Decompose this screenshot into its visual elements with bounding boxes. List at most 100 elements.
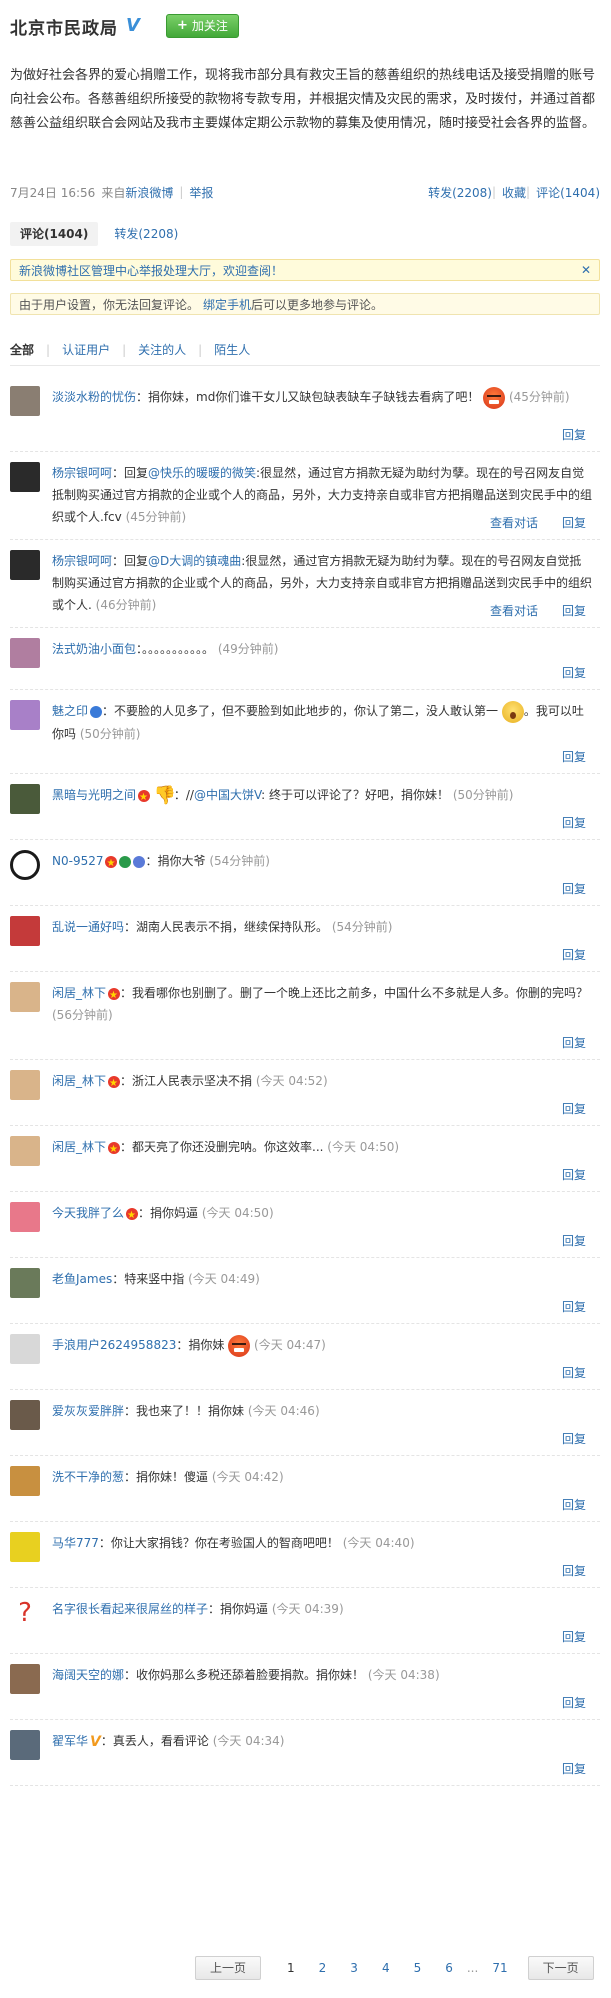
reply-button[interactable]: 回复 — [562, 1300, 586, 1314]
favorite-link[interactable]: 收藏 — [502, 184, 526, 201]
reply-button[interactable]: 回复 — [562, 816, 586, 830]
avatar[interactable] — [10, 700, 40, 730]
reply-button[interactable]: 回复 — [562, 1036, 586, 1050]
reply-button[interactable]: 回复 — [562, 1630, 586, 1644]
filter-all[interactable]: 全部 — [10, 341, 34, 358]
prev-page-button[interactable]: 上一页 — [195, 1956, 262, 1980]
avatar[interactable] — [10, 1400, 40, 1430]
repost-link[interactable]: 转发(2208) — [428, 184, 492, 201]
page-link-last[interactable]: 71 — [492, 1961, 507, 1975]
comment-user[interactable]: 杨宗银呵呵 — [52, 554, 112, 568]
post-source-link[interactable]: 新浪微博 — [125, 184, 173, 201]
reply-button[interactable]: 回复 — [562, 1696, 586, 1710]
comment-user[interactable]: 海阔天空的娜 — [52, 1668, 124, 1682]
comment-user[interactable]: 黑暗与光明之间 — [52, 788, 136, 802]
avatar[interactable] — [10, 638, 40, 668]
reply-button[interactable]: 回复 — [562, 604, 586, 618]
comment-mention[interactable]: @中国大饼V — [194, 788, 261, 802]
reply-button[interactable]: 回复 — [562, 1564, 586, 1578]
comment-mention[interactable]: @D大调的镇魂曲 — [148, 554, 241, 568]
comment-mention[interactable]: @快乐的暖暖的微笑 — [148, 466, 256, 480]
view-dialog-button[interactable]: 查看对话 — [490, 604, 538, 618]
reply-button[interactable]: 回复 — [562, 1498, 586, 1512]
reply-button[interactable]: 回复 — [562, 516, 586, 530]
comment-body: 马华777：你让大家捐钱？你在考验国人的智商吧吧！ (今天 04:40) — [52, 1532, 592, 1554]
post-header: 北京市民政局 V + 加关注 — [10, 12, 239, 40]
comment-user[interactable]: 手浪用户2624958823 — [52, 1338, 176, 1352]
comment-time: (45分钟前) — [125, 510, 187, 524]
filter-strangers[interactable]: 陌生人 — [214, 341, 250, 358]
page-link[interactable]: 3 — [350, 1961, 358, 1975]
reply-button[interactable]: 回复 — [562, 1102, 586, 1116]
tab-comments[interactable]: 评论(1404) — [10, 222, 99, 246]
comment-body: 魅之印 ：不要脸的人见多了，但不要脸到如此地步的，你认了第二，没人敢认第一 。我可… — [52, 700, 592, 745]
reply-button[interactable]: 回复 — [562, 1432, 586, 1446]
avatar[interactable] — [10, 386, 40, 416]
comment-user[interactable]: 乱说一通好吗 — [52, 920, 124, 934]
comment-link[interactable]: 评论(1404) — [536, 184, 600, 201]
page-link[interactable]: 4 — [382, 1961, 390, 1975]
member-badge-icon — [119, 855, 132, 868]
filter-verified[interactable]: 认证用户 — [62, 341, 110, 358]
comment-user[interactable]: 洗不干净的葱 — [52, 1470, 124, 1484]
bind-phone-link[interactable]: 绑定手机 — [203, 296, 251, 313]
avatar[interactable] — [10, 1070, 40, 1100]
comment-user[interactable]: 魅之印 — [52, 704, 88, 718]
comment-user[interactable]: 马华777 — [52, 1536, 99, 1550]
reply-button[interactable]: 回复 — [562, 882, 586, 896]
comment-user[interactable]: 名字很长看起来很屌丝的样子 — [52, 1602, 208, 1616]
reply-button[interactable]: 回复 — [562, 1366, 586, 1380]
avatar[interactable] — [10, 1334, 40, 1364]
page-link[interactable]: 1 — [287, 1961, 295, 1975]
follow-button[interactable]: + 加关注 — [166, 14, 239, 38]
comment-user[interactable]: 爱灰灰爱胖胖 — [52, 1404, 124, 1418]
page-link[interactable]: 6 — [445, 1961, 453, 1975]
avatar[interactable] — [10, 1202, 40, 1232]
community-notice-link[interactable]: 新浪微博社区管理中心举报处理大厅，欢迎查阅！ — [19, 262, 283, 279]
comment-user[interactable]: 淡淡水粉的忧伤 — [52, 390, 136, 404]
filter-following[interactable]: 关注的人 — [138, 341, 186, 358]
comment-user[interactable]: 闲居_林下 — [52, 1140, 106, 1154]
reply-button[interactable]: 回复 — [562, 750, 586, 764]
avatar[interactable] — [10, 1532, 40, 1562]
avatar[interactable] — [10, 1730, 40, 1760]
angry-emoji-icon — [228, 1334, 251, 1357]
reply-button[interactable]: 回复 — [562, 1234, 586, 1248]
avatar[interactable] — [10, 784, 40, 814]
tab-reposts[interactable]: 转发(2208) — [104, 222, 188, 246]
question-mark-avatar[interactable]: ? — [10, 1598, 40, 1628]
comment-item: 杨宗银呵呵：回复@快乐的暖暖的微笑:很显然，通过官方捐款无疑为助纣为孽。现在的号… — [10, 452, 600, 540]
comment-item: 法式奶油小面包：。。。。。。。。。。。 (49分钟前) 回复 — [10, 628, 600, 690]
reply-button[interactable]: 回复 — [562, 1762, 586, 1776]
avatar[interactable] — [10, 1664, 40, 1694]
post-meta: 7月24日 16:56 来自 新浪微博 | 举报 转发(2208) | 收藏 |… — [10, 182, 600, 202]
comment-user[interactable]: 杨宗银呵呵 — [52, 466, 112, 480]
next-page-button[interactable]: 下一页 — [527, 1956, 594, 1980]
comment-user[interactable]: 老鱼James — [52, 1272, 112, 1286]
reply-button[interactable]: 回复 — [562, 428, 586, 442]
comment-body: 翟军华 V：真丢人，看看评论 (今天 04:34) — [52, 1730, 592, 1753]
close-icon[interactable]: ✕ — [581, 263, 591, 277]
avatar[interactable] — [10, 550, 40, 580]
comment-user[interactable]: 今天我胖了么 — [52, 1206, 124, 1220]
comment-user[interactable]: 闲居_林下 — [52, 986, 106, 1000]
avatar[interactable] — [10, 1268, 40, 1298]
avatar[interactable] — [10, 982, 40, 1012]
avatar[interactable] — [10, 850, 40, 880]
reply-button[interactable]: 回复 — [562, 666, 586, 680]
comment-user[interactable]: 翟军华 — [52, 1734, 88, 1748]
avatar[interactable] — [10, 916, 40, 946]
avatar[interactable] — [10, 462, 40, 492]
reply-button[interactable]: 回复 — [562, 948, 586, 962]
view-dialog-button[interactable]: 查看对话 — [490, 516, 538, 530]
account-name[interactable]: 北京市民政局 — [10, 14, 118, 39]
avatar[interactable] — [10, 1466, 40, 1496]
comment-user[interactable]: N0-9527 — [52, 854, 103, 868]
reply-button[interactable]: 回复 — [562, 1168, 586, 1182]
report-link[interactable]: 举报 — [189, 184, 213, 201]
page-link[interactable]: 2 — [319, 1961, 327, 1975]
comment-user[interactable]: 闲居_林下 — [52, 1074, 106, 1088]
avatar[interactable] — [10, 1136, 40, 1166]
comment-user[interactable]: 法式奶油小面包 — [52, 642, 136, 656]
page-link[interactable]: 5 — [414, 1961, 422, 1975]
